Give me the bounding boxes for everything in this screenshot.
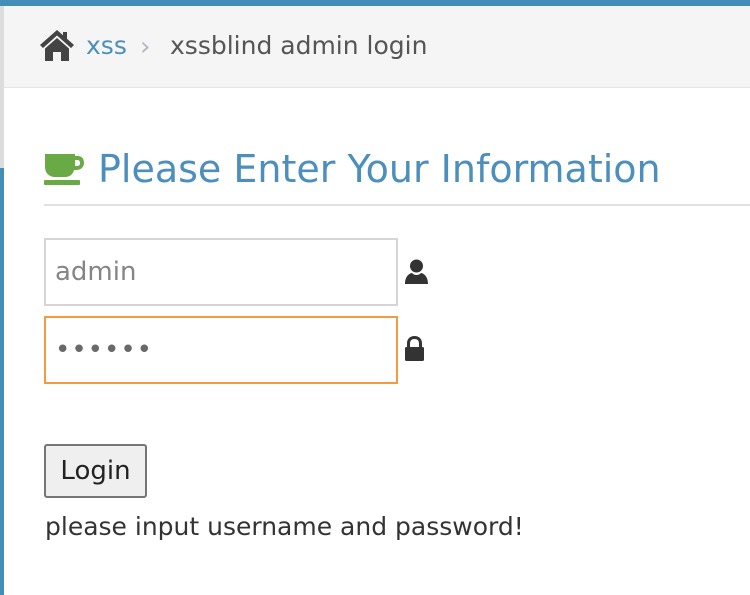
- lock-icon: [404, 335, 425, 362]
- page-title: Please Enter Your Information: [98, 147, 661, 191]
- left-sidebar-accent: [0, 168, 4, 595]
- breadcrumb-current: xssblind admin login: [170, 31, 428, 60]
- status-message: please input username and password!: [45, 512, 524, 541]
- coffee-icon: [44, 152, 84, 187]
- breadcrumb: xss › xssblind admin login: [4, 6, 750, 88]
- breadcrumb-link-xss[interactable]: xss: [86, 30, 127, 62]
- login-button[interactable]: Login: [44, 444, 147, 498]
- breadcrumb-separator: ›: [140, 32, 151, 62]
- user-icon: [404, 259, 429, 285]
- home-icon[interactable]: [38, 27, 76, 63]
- username-input[interactable]: [44, 238, 398, 306]
- page-header: Please Enter Your Information: [44, 138, 750, 206]
- password-input[interactable]: [44, 316, 398, 384]
